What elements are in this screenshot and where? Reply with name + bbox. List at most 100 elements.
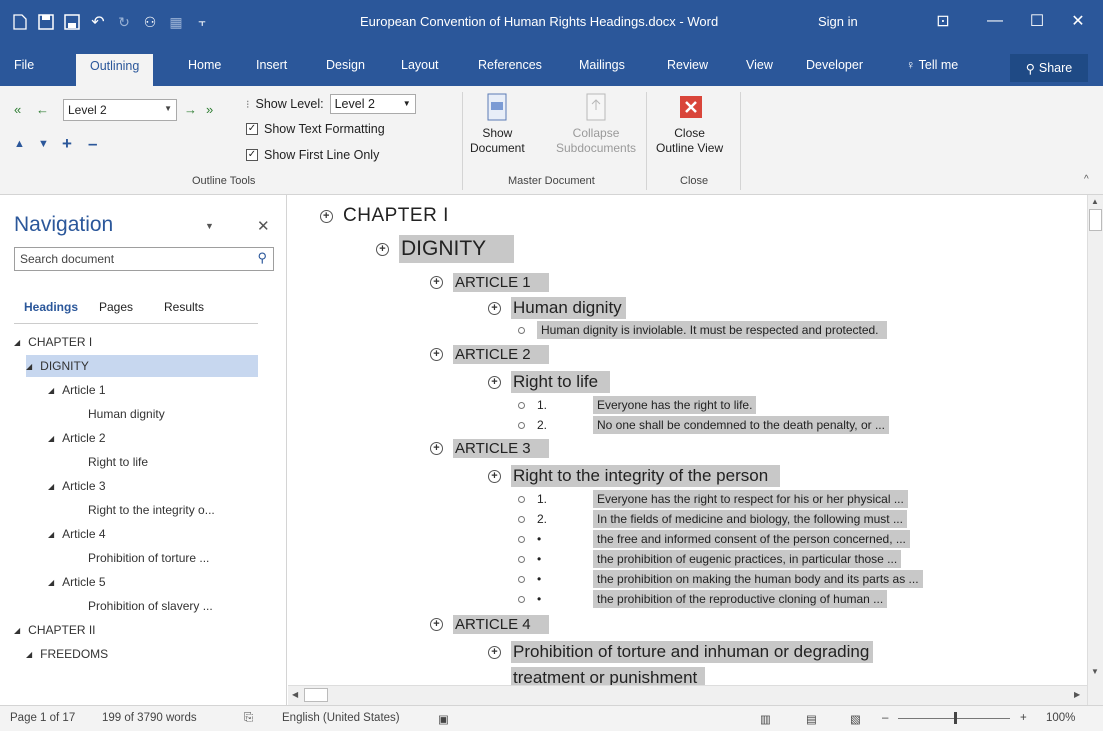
- sign-in-link[interactable]: Sign in: [818, 14, 858, 29]
- move-up-icon[interactable]: ▲: [14, 138, 25, 150]
- zoom-level[interactable]: 100%: [1046, 712, 1075, 724]
- collapse-triangle-icon[interactable]: ◢: [48, 530, 54, 539]
- tab-headings[interactable]: Headings: [24, 300, 78, 314]
- undo-icon[interactable]: ↶: [88, 12, 108, 32]
- tree-item[interactable]: ◢ Article 5: [48, 571, 106, 593]
- scroll-up-icon[interactable]: ▲: [1091, 197, 1099, 206]
- demote-icon[interactable]: →: [184, 102, 197, 117]
- tab-review[interactable]: Review: [667, 58, 708, 72]
- read-mode-icon[interactable]: ▥: [760, 712, 771, 726]
- outline-body-text[interactable]: • the free and informed consent of the pe…: [518, 530, 910, 548]
- show-text-formatting-checkbox[interactable]: ✓ Show Text Formatting: [246, 122, 385, 136]
- outline-body-text[interactable]: 1. Everyone has the right to life.: [518, 396, 757, 414]
- expand-plus-icon[interactable]: +: [430, 276, 443, 289]
- web-layout-icon[interactable]: ▧: [850, 712, 861, 726]
- collapse-triangle-icon[interactable]: ◢: [14, 338, 20, 347]
- horizontal-scrollbar[interactable]: ◀ ▶: [288, 685, 1087, 705]
- tab-home[interactable]: Home: [188, 58, 221, 72]
- outline-heading-level3[interactable]: + ARTICLE 1: [430, 273, 549, 292]
- zoom-in-icon[interactable]: +: [1020, 712, 1027, 724]
- expand-plus-icon[interactable]: +: [488, 301, 501, 315]
- outline-heading-level3[interactable]: + ARTICLE 2: [430, 345, 549, 364]
- tree-item[interactable]: ◢ CHAPTER I: [14, 331, 92, 353]
- tab-insert[interactable]: Insert: [256, 58, 287, 72]
- tree-item[interactable]: ◢ Article 1: [48, 379, 106, 401]
- outline-body-text[interactable]: • the prohibition of eugenic practices, i…: [518, 550, 902, 568]
- outline-heading-level3[interactable]: + ARTICLE 4: [430, 615, 549, 634]
- outline-heading-level1[interactable]: + CHAPTER I: [320, 205, 449, 227]
- maximize-icon[interactable]: ☐: [1022, 10, 1052, 32]
- outline-body-text[interactable]: • the prohibition of the reproductive clo…: [518, 590, 888, 608]
- outline-heading-level4[interactable]: + Prohibition of torture and inhuman or d…: [488, 641, 874, 663]
- tell-me-box[interactable]: ♀ Tell me: [906, 58, 958, 72]
- table-icon[interactable]: ▦: [166, 12, 186, 32]
- tree-item[interactable]: ◢ CHAPTER II: [14, 619, 96, 641]
- collapse-triangle-icon[interactable]: ◢: [48, 482, 54, 491]
- tab-layout[interactable]: Layout: [401, 58, 439, 72]
- word-count[interactable]: 199 of 3790 words: [102, 712, 197, 724]
- scroll-down-icon[interactable]: ▼: [1091, 667, 1099, 676]
- tree-item[interactable]: ◢ Article 4: [48, 523, 106, 545]
- expand-plus-icon[interactable]: +: [488, 645, 501, 659]
- outline-body-text[interactable]: 2. In the fields of medicine and biology,…: [518, 510, 907, 528]
- tree-item[interactable]: Human dignity: [88, 403, 165, 425]
- search-document-input[interactable]: Search document ⚲: [14, 247, 274, 271]
- macro-record-icon[interactable]: ▣: [438, 712, 449, 726]
- expand-plus-icon[interactable]: +: [430, 348, 443, 361]
- zoom-slider-thumb[interactable]: [954, 712, 957, 724]
- tab-design[interactable]: Design: [326, 58, 365, 72]
- search-icon[interactable]: ⚲: [257, 250, 267, 266]
- outline-body-text[interactable]: • the prohibition on making the human bod…: [518, 570, 923, 588]
- show-level-select[interactable]: Level 2 ▼: [329, 94, 416, 114]
- show-level-control[interactable]: ⁝ Show Level: Level 2 ▼: [246, 94, 416, 114]
- outline-heading-level4[interactable]: + Human dignity: [488, 297, 626, 319]
- close-pane-icon[interactable]: ✕: [257, 217, 270, 235]
- expand-icon[interactable]: +: [62, 134, 72, 154]
- collapse-subdocuments-button[interactable]: Collapse Subdocuments: [556, 92, 636, 156]
- new-document-icon[interactable]: [10, 12, 30, 32]
- share-button[interactable]: ⚲ Share: [1010, 54, 1088, 82]
- close-window-icon[interactable]: ✕: [1063, 10, 1093, 32]
- tree-item[interactable]: ◢ DIGNITY: [26, 355, 258, 377]
- collapse-triangle-icon[interactable]: ◢: [48, 578, 54, 587]
- expand-plus-icon[interactable]: +: [488, 469, 501, 483]
- tab-view[interactable]: View: [746, 58, 773, 72]
- outline-level-select[interactable]: Level 2 ▼: [63, 99, 177, 121]
- collapse-triangle-icon[interactable]: ◢: [14, 626, 20, 635]
- tab-outlining[interactable]: Outlining: [76, 54, 154, 86]
- tab-mailings[interactable]: Mailings: [579, 58, 625, 72]
- zoom-out-icon[interactable]: –: [882, 712, 888, 724]
- show-first-line-only-checkbox[interactable]: ✓ Show First Line Only: [246, 148, 379, 162]
- tree-item[interactable]: Prohibition of torture ...: [88, 547, 209, 569]
- minimize-icon[interactable]: —: [980, 10, 1010, 32]
- outline-body-text[interactable]: 1. Everyone has the right to respect for …: [518, 490, 908, 508]
- touch-mode-icon[interactable]: ⚇: [140, 12, 160, 32]
- promote-to-heading1-icon[interactable]: «: [14, 102, 21, 117]
- tree-item[interactable]: Prohibition of slavery ...: [88, 595, 213, 617]
- tab-file[interactable]: File: [14, 58, 34, 72]
- outline-document[interactable]: + CHAPTER I + DIGNITY + ARTICLE 1 + Human di…: [288, 195, 1087, 685]
- proofing-icon[interactable]: ⎘: [244, 712, 253, 725]
- redo-icon[interactable]: ↻: [114, 12, 134, 32]
- demote-to-body-icon[interactable]: »: [206, 102, 213, 117]
- save-icon[interactable]: [36, 12, 56, 32]
- tab-developer[interactable]: Developer: [806, 58, 863, 72]
- print-layout-icon[interactable]: ▤: [806, 712, 817, 726]
- tab-pages[interactable]: Pages: [99, 300, 133, 314]
- collapse-triangle-icon[interactable]: ◢: [48, 434, 54, 443]
- collapse-triangle-icon[interactable]: ◢: [48, 386, 54, 395]
- tree-item[interactable]: ◢ Article 2: [48, 427, 106, 449]
- show-document-button[interactable]: Show Document: [470, 92, 525, 156]
- scroll-thumb[interactable]: [304, 688, 328, 702]
- outline-heading-level4[interactable]: + Right to life: [488, 371, 611, 393]
- expand-plus-icon[interactable]: +: [430, 618, 443, 631]
- scroll-right-icon[interactable]: ▶: [1074, 690, 1080, 699]
- page-count[interactable]: Page 1 of 17: [10, 712, 75, 724]
- vertical-scrollbar[interactable]: ▲ ▼: [1087, 195, 1103, 705]
- tab-results[interactable]: Results: [164, 300, 204, 314]
- collapse-triangle-icon[interactable]: ◢: [26, 362, 32, 371]
- close-outline-view-button[interactable]: Close Outline View: [656, 92, 723, 156]
- tree-item[interactable]: Right to life: [88, 451, 148, 473]
- expand-plus-icon[interactable]: +: [376, 242, 389, 256]
- tree-item[interactable]: ◢ Article 3: [48, 475, 106, 497]
